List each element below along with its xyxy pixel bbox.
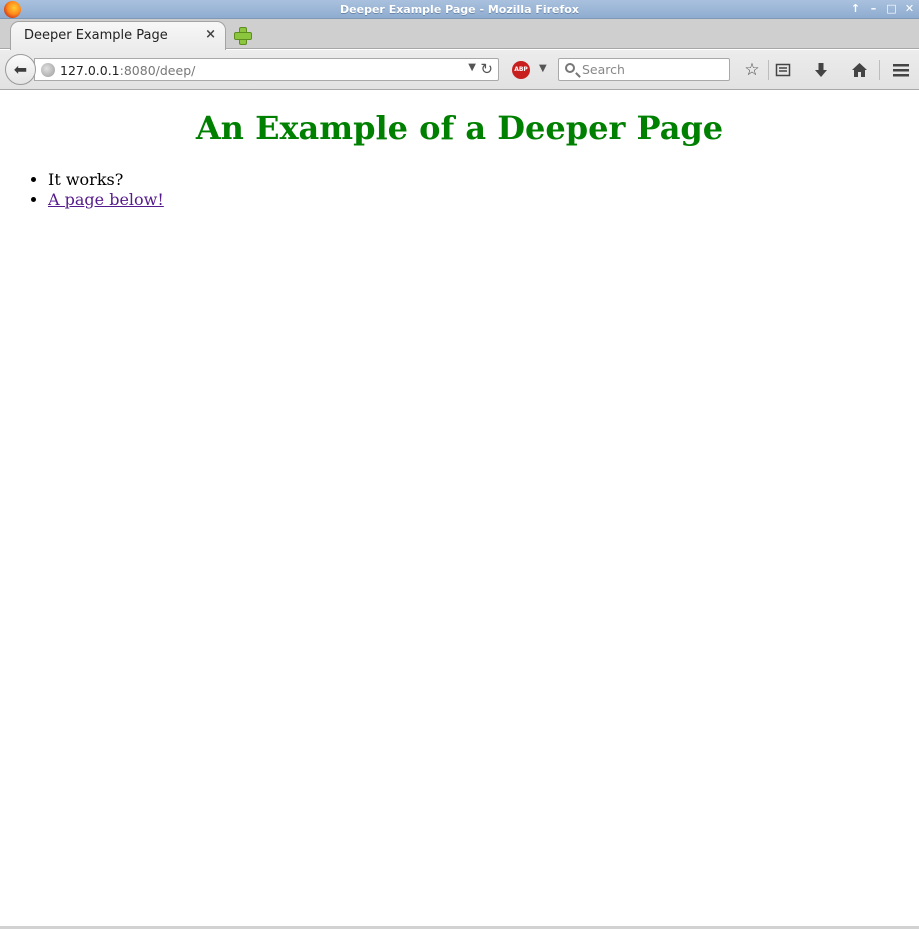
tab-label: Deeper Example Page: [24, 28, 168, 43]
adblock-plus-icon[interactable]: ABP: [512, 61, 530, 79]
page-heading: An Example of a Deeper Page: [195, 109, 724, 147]
back-arrow-icon: ⬅: [13, 60, 28, 79]
site-identity-globe-icon[interactable]: [41, 63, 55, 77]
menu-hamburger-icon[interactable]: [890, 59, 912, 81]
window-close-button[interactable]: ✕: [904, 2, 915, 15]
url-host: 127.0.0.1: [60, 63, 120, 78]
window-title: Deeper Example Page - Mozilla Firefox: [340, 3, 579, 16]
url-path: :8080/deep/: [119, 63, 196, 78]
tab-strip: Deeper Example Page ×: [0, 19, 919, 50]
bookmark-star-icon[interactable]: ☆: [741, 59, 763, 81]
home-icon[interactable]: [848, 59, 870, 81]
window-controls: ↑ – □ ✕: [850, 2, 915, 15]
search-icon: [565, 63, 575, 73]
page-below-link[interactable]: A page below!: [48, 190, 164, 209]
url-history-dropdown-icon[interactable]: ▼: [468, 62, 476, 73]
window-titlebar: Deeper Example Page - Mozilla Firefox ↑ …: [0, 0, 919, 19]
url-text[interactable]: 127.0.0.1:8080/deep/: [60, 63, 195, 78]
window-minimize-button[interactable]: –: [868, 2, 879, 15]
content-list: It works? A page below!: [48, 170, 164, 210]
toolbar-separator: [768, 60, 769, 80]
list-item: A page below!: [48, 190, 164, 210]
back-button[interactable]: ⬅: [5, 54, 36, 85]
adblock-dropdown-icon[interactable]: ▼: [539, 63, 547, 74]
reload-icon[interactable]: ↻: [480, 60, 493, 78]
bookmarks-list-icon[interactable]: [772, 59, 794, 81]
list-item-text: It works?: [48, 170, 124, 189]
window-maximize-button[interactable]: □: [886, 2, 897, 15]
page-content: An Example of a Deeper Page It works? A …: [0, 91, 919, 926]
url-bar[interactable]: 127.0.0.1:8080/deep/ ▼ ↻: [34, 58, 499, 81]
list-item: It works?: [48, 170, 164, 190]
window-raise-button[interactable]: ↑: [850, 2, 861, 15]
toolbar-separator: [879, 60, 880, 80]
new-tab-plus-icon[interactable]: [233, 26, 252, 45]
downloads-icon[interactable]: [810, 59, 832, 81]
tab-deeper-example-page[interactable]: Deeper Example Page ×: [10, 21, 226, 50]
search-input[interactable]: [582, 61, 722, 78]
search-bar[interactable]: [558, 58, 730, 81]
tab-close-icon[interactable]: ×: [205, 27, 216, 42]
